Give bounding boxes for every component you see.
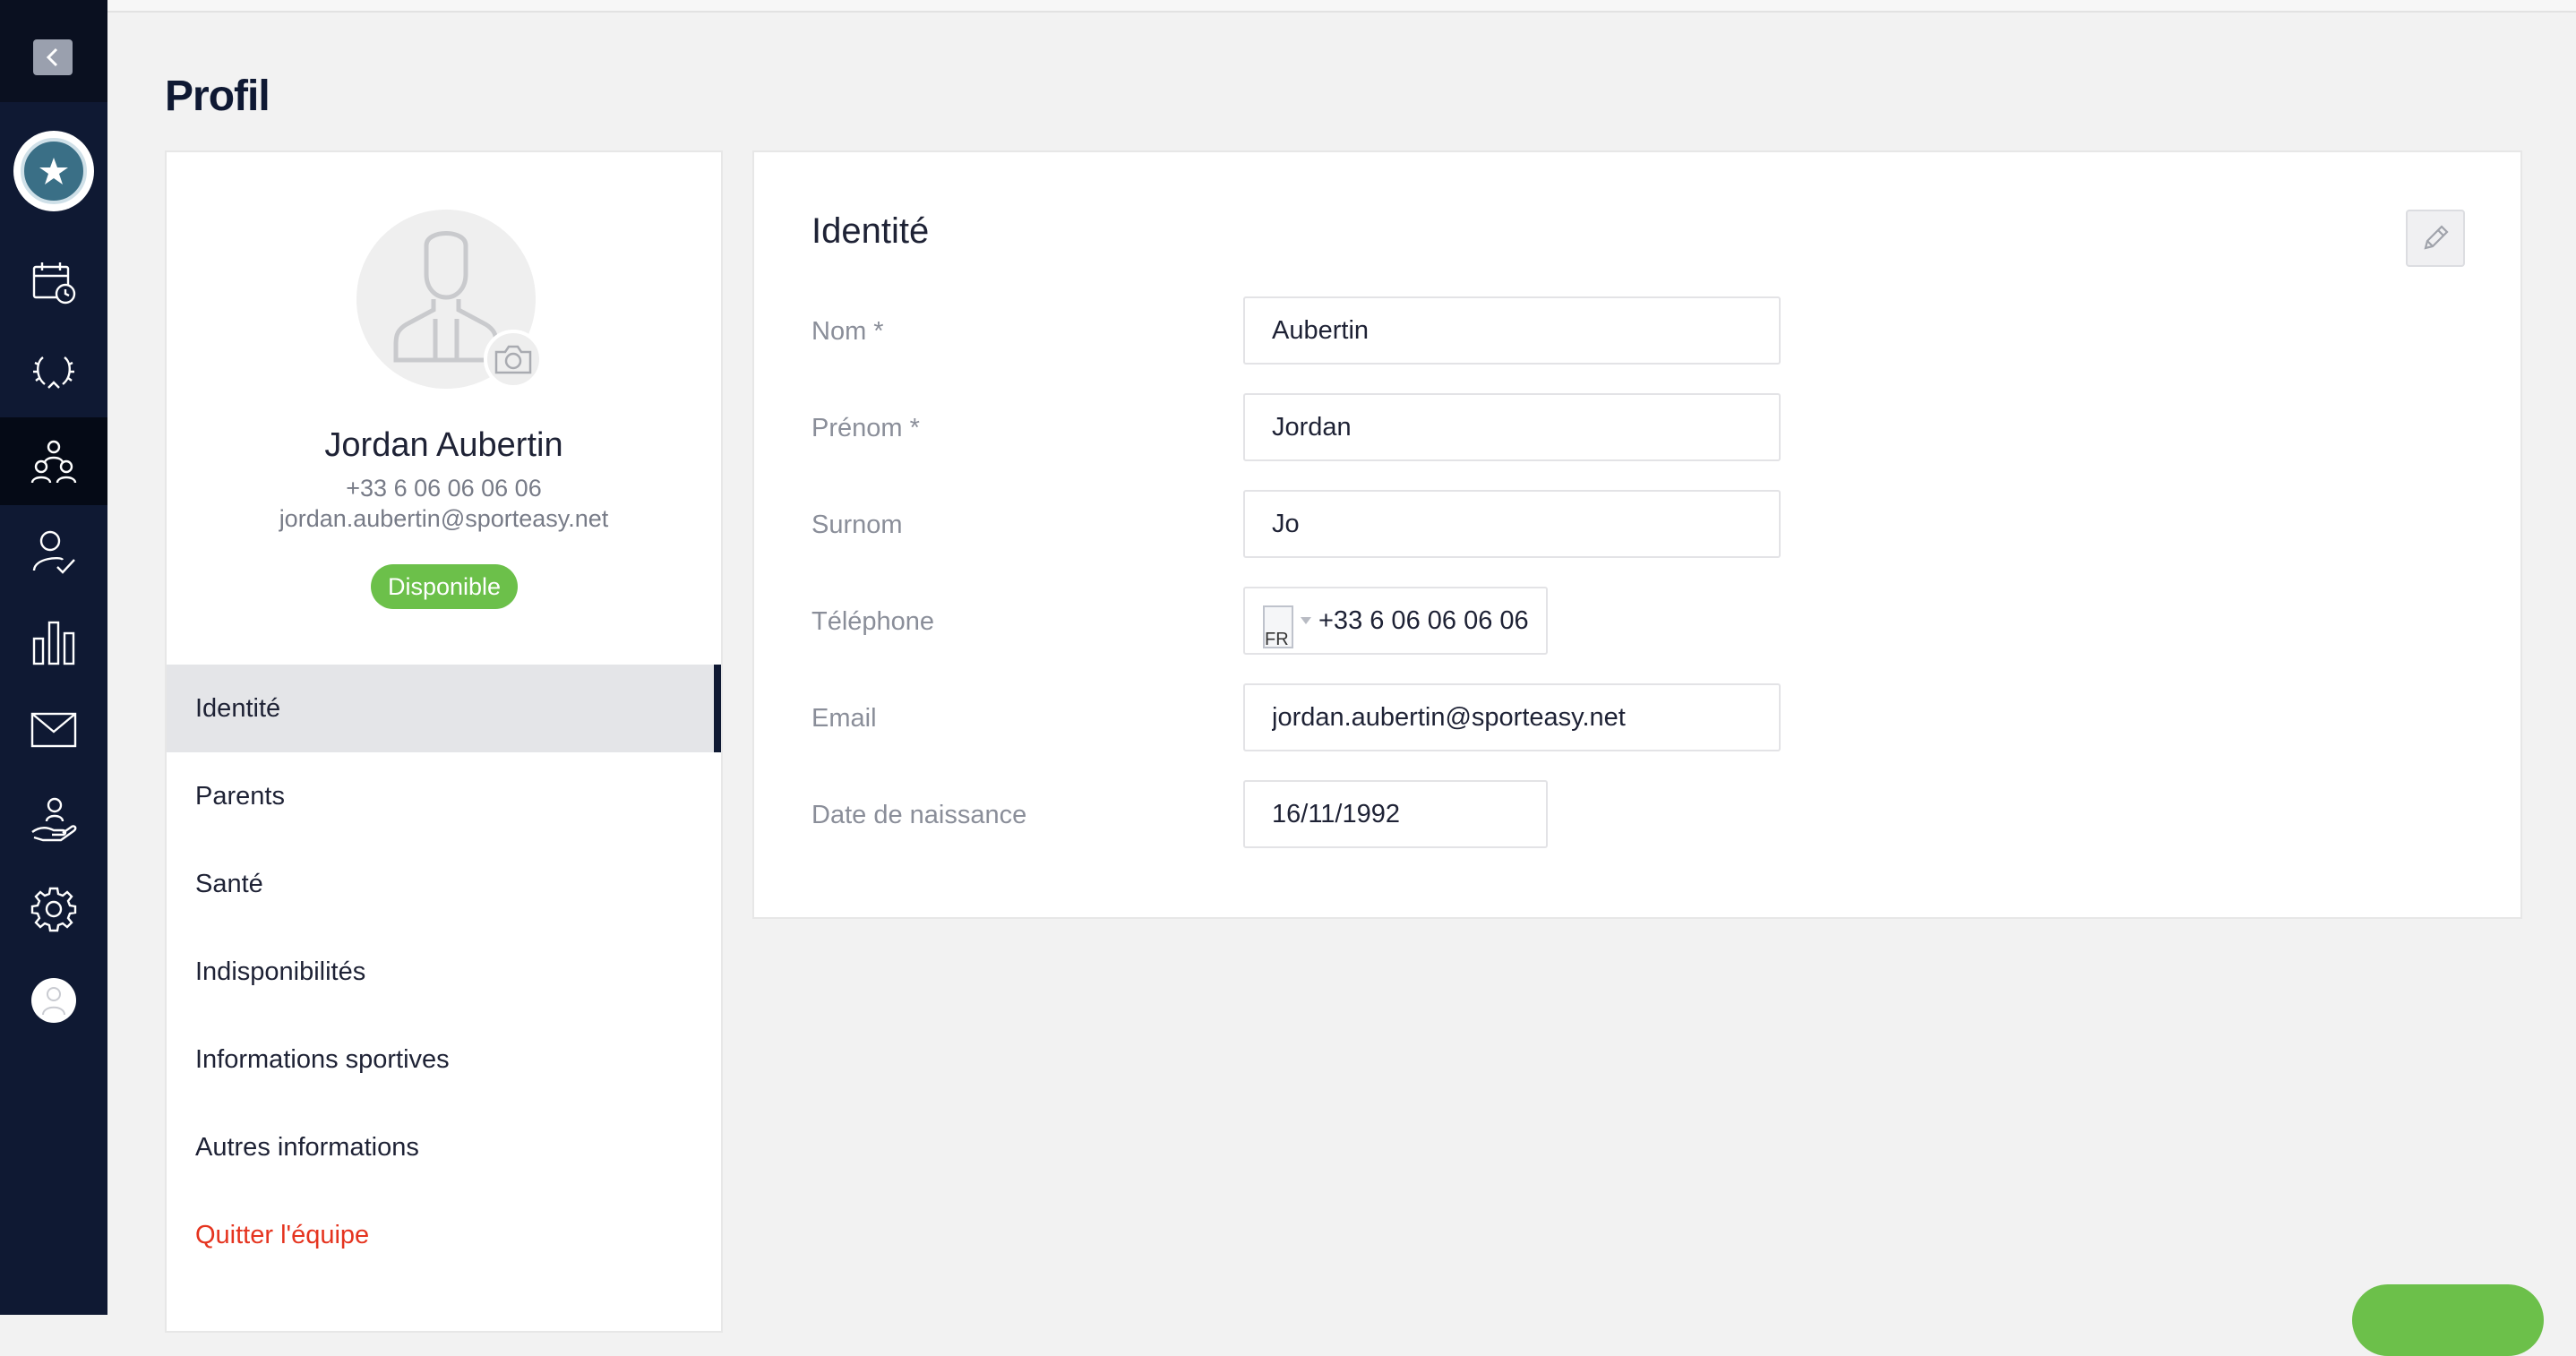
sidebar-item-messages[interactable] — [0, 686, 107, 774]
sidebar-header — [0, 0, 107, 102]
nom-field[interactable] — [1243, 296, 1781, 365]
menu-item-quitter-equipe[interactable]: Quitter l'équipe — [167, 1191, 721, 1279]
sidebar-item-settings[interactable] — [0, 865, 107, 953]
surnom-field[interactable] — [1243, 490, 1781, 558]
nom-label: Nom * — [811, 317, 884, 346]
sidebar-item-team[interactable] — [0, 417, 107, 505]
email-label: Email — [811, 704, 877, 733]
country-selector[interactable]: FR — [1245, 588, 1315, 653]
sidebar — [0, 0, 107, 1315]
telephone-field: FR — [1243, 587, 1548, 655]
naissance-field[interactable] — [1243, 780, 1548, 848]
user-avatar[interactable] — [31, 978, 76, 1023]
hand-user-icon — [31, 797, 77, 842]
naissance-label: Date de naissance — [811, 801, 1027, 829]
sidebar-item-competitions[interactable] — [0, 328, 107, 416]
menu-item-autres-informations[interactable]: Autres informations — [167, 1103, 721, 1191]
camera-icon — [494, 345, 532, 374]
prenom-label: Prénom * — [811, 414, 920, 442]
menu-item-identite[interactable]: Identité — [167, 665, 721, 752]
chevron-left-icon — [46, 47, 58, 67]
change-photo-button[interactable] — [484, 330, 543, 389]
prenom-field[interactable] — [1243, 393, 1781, 461]
sidebar-item-sponsors[interactable] — [0, 776, 107, 863]
chevron-down-icon — [1301, 617, 1311, 624]
sidebar-item-statistics[interactable] — [0, 598, 107, 686]
sidebar-item-calendar[interactable] — [0, 238, 107, 326]
club-logo-emblem — [21, 138, 87, 204]
telephone-label: Téléphone — [811, 607, 935, 636]
menu-item-sante[interactable]: Santé — [167, 840, 721, 928]
profile-name: Jordan Aubertin — [324, 426, 563, 464]
flag-icon: FR — [1263, 605, 1293, 648]
user-avatar-icon — [42, 987, 65, 1016]
pencil-icon — [2424, 225, 2449, 250]
identity-title: Identité — [811, 211, 930, 251]
flag-alt-text: FR — [1265, 630, 1289, 648]
edit-button[interactable] — [2406, 210, 2465, 267]
chat-support-button[interactable] — [2352, 1284, 2544, 1356]
calendar-clock-icon — [32, 262, 76, 305]
menu-item-informations-sportives[interactable]: Informations sportives — [167, 1016, 721, 1103]
profile-phone: +33 6 06 06 06 06 — [346, 475, 542, 502]
team-members-icon — [30, 440, 77, 484]
surnom-label: Surnom — [811, 511, 903, 539]
menu-item-parents[interactable]: Parents — [167, 752, 721, 840]
telephone-input[interactable] — [1315, 605, 1530, 636]
menu-item-indisponibilites[interactable]: Indisponibilités — [167, 928, 721, 1016]
club-logo[interactable] — [13, 131, 94, 211]
profile-email: jordan.aubertin@sporteasy.net — [279, 505, 609, 532]
collapse-sidebar-button[interactable] — [33, 39, 73, 75]
gear-icon — [30, 887, 77, 932]
user-check-icon — [32, 530, 75, 574]
laurel-trophy-icon — [33, 356, 74, 389]
star-icon — [39, 158, 68, 185]
profile-menu: Identité Parents Santé Indisponibilités … — [167, 665, 721, 1279]
identity-card: Identité Nom * Prénom * Surnom Téléphone… — [752, 150, 2522, 919]
mail-icon — [30, 712, 77, 748]
top-strip — [107, 0, 2576, 13]
profile-avatar — [356, 210, 543, 389]
sidebar-item-attendance[interactable] — [0, 509, 107, 596]
status-badge: Disponible — [371, 564, 518, 609]
bar-chart-icon — [32, 621, 75, 665]
profile-card: Jordan Aubertin +33 6 06 06 06 06 jordan… — [165, 150, 723, 1333]
email-field[interactable] — [1243, 683, 1781, 751]
page-title: Profil — [165, 73, 270, 120]
